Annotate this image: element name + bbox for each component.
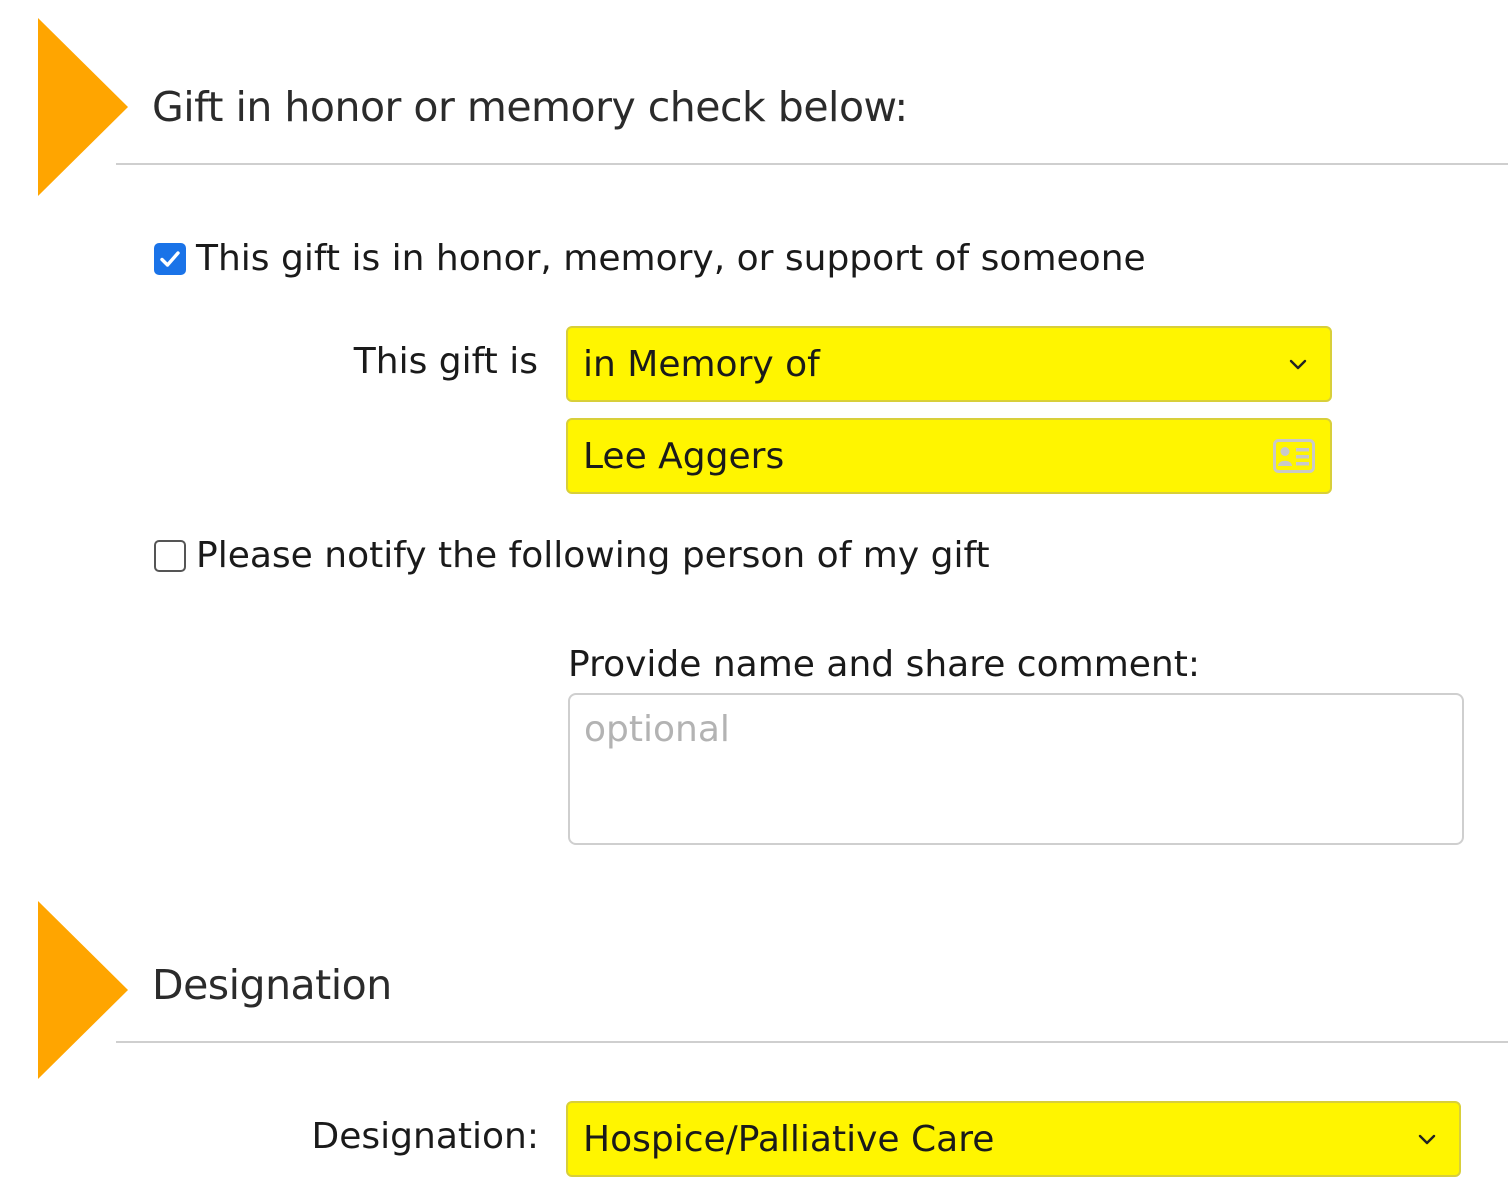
gift-type-label: This gift is <box>353 341 538 382</box>
designation-select[interactable]: Hospice/Palliative Care <box>566 1101 1461 1177</box>
comment-textarea[interactable] <box>568 693 1464 845</box>
chevron-down-icon <box>1276 342 1320 386</box>
checkmark-icon <box>160 251 180 267</box>
honor-checkbox[interactable] <box>154 243 186 275</box>
designation-section-title: Designation <box>152 961 392 1009</box>
section-marker-icon <box>38 901 128 1079</box>
honor-section-title: Gift in honor or memory check below: <box>152 83 908 131</box>
notify-checkbox[interactable] <box>154 540 186 572</box>
notify-checkbox-label: Please notify the following person of my… <box>196 535 990 576</box>
section-divider <box>116 163 1508 165</box>
section-marker-icon <box>38 18 128 196</box>
contact-card-icon[interactable] <box>1272 434 1316 478</box>
honoree-name-value: Lee Aggers <box>583 435 785 477</box>
honor-checkbox-label: This gift is in honor, memory, or suppor… <box>196 238 1146 279</box>
honoree-name-input[interactable]: Lee Aggers <box>566 418 1332 494</box>
comment-label: Provide name and share comment: <box>568 644 1200 685</box>
designation-label: Designation: <box>311 1116 539 1157</box>
designation-selected-value: Hospice/Palliative Care <box>583 1118 995 1160</box>
gift-type-selected-value: in Memory of <box>583 343 820 385</box>
donation-form: Gift in honor or memory check below: Thi… <box>0 0 1508 1204</box>
chevron-down-icon <box>1405 1117 1449 1161</box>
honor-checkbox-row[interactable]: This gift is in honor, memory, or suppor… <box>154 237 1146 281</box>
section-divider <box>116 1041 1508 1043</box>
gift-type-select[interactable]: in Memory of <box>566 326 1332 402</box>
notify-checkbox-row[interactable]: Please notify the following person of my… <box>154 534 990 578</box>
